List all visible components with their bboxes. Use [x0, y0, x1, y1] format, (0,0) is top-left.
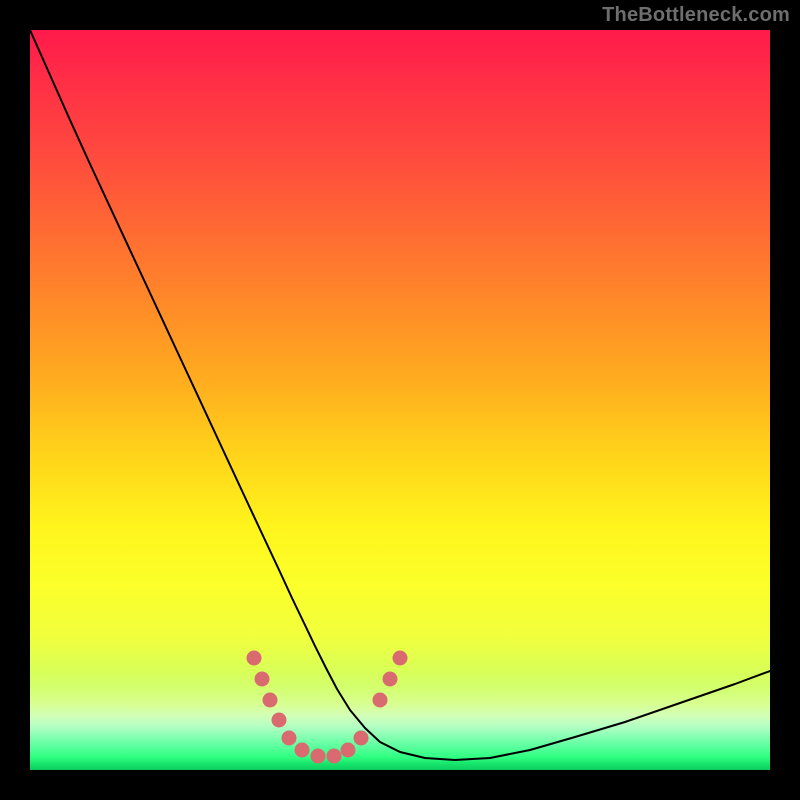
curve-marker: [354, 731, 369, 746]
curve-marker: [311, 749, 326, 764]
curve-marker: [341, 743, 356, 758]
curve-marker: [272, 713, 287, 728]
curve-marker: [282, 731, 297, 746]
watermark-text: TheBottleneck.com: [602, 4, 790, 27]
curve-marker: [383, 672, 398, 687]
plot-area: [30, 30, 770, 770]
curve-marker: [327, 749, 342, 764]
curve-marker: [373, 693, 388, 708]
marker-group: [247, 651, 408, 764]
curve-layer: [30, 30, 770, 770]
curve-marker: [255, 672, 270, 687]
curve-marker: [263, 693, 278, 708]
curve-marker: [295, 743, 310, 758]
curve-marker: [393, 651, 408, 666]
curve-marker: [247, 651, 262, 666]
chart-stage: TheBottleneck.com: [0, 0, 800, 800]
